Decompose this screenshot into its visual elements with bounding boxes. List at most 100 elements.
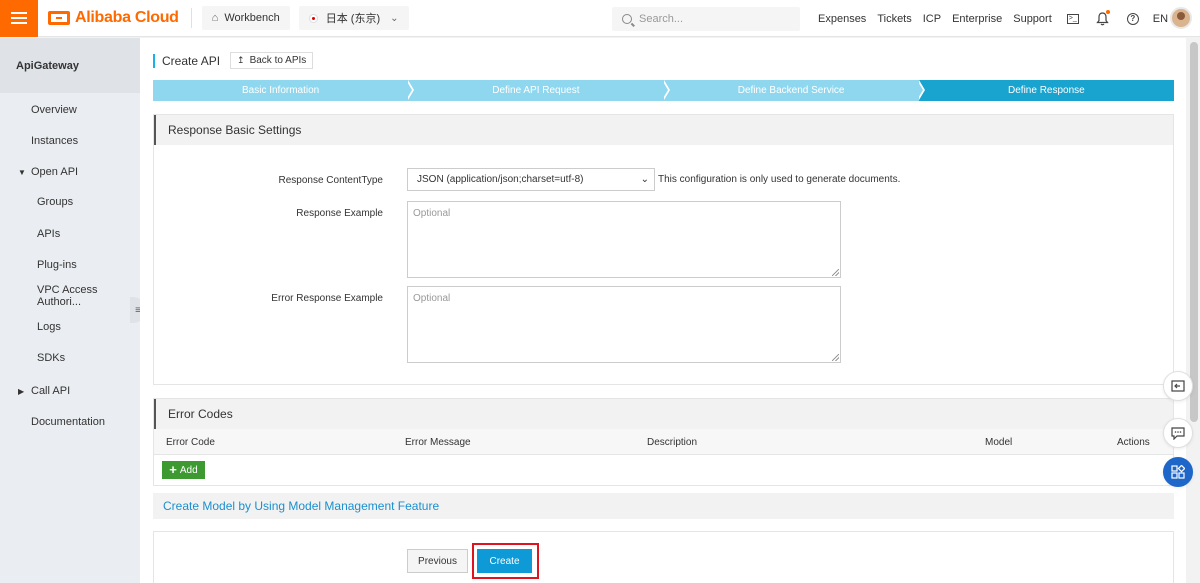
response-example-label: Response Example xyxy=(296,208,383,219)
step-arrow xyxy=(661,80,668,100)
content-type-select[interactable]: JSON (application/json;charset=utf-8) ⌄ xyxy=(407,168,655,191)
error-response-example-label: Error Response Example xyxy=(271,293,383,304)
field-placeholder: Optional xyxy=(413,293,451,304)
chat-button[interactable] xyxy=(1163,418,1193,448)
notifications-button[interactable] xyxy=(1093,9,1113,29)
chevron-down-icon: ⌄ xyxy=(640,174,649,185)
terminal-icon: >_ xyxy=(1066,13,1079,24)
sidebar-item-documentation[interactable]: Documentation xyxy=(0,410,140,434)
search-input[interactable]: Search... xyxy=(612,7,800,31)
page-header: Create API ↥ Back to APIs xyxy=(153,52,314,69)
model-management-bar: Create Model by Using Model Management F… xyxy=(153,493,1174,519)
home-icon: ⌂ xyxy=(211,12,219,24)
sidebar-item-groups[interactable]: Groups xyxy=(0,190,140,214)
sidebar-item-instances[interactable]: Instances xyxy=(0,129,140,153)
back-to-apis-button[interactable]: ↥ Back to APIs xyxy=(230,52,314,69)
sidebar-item-label: Instances xyxy=(31,135,79,147)
page-scrollbar[interactable] xyxy=(1188,38,1200,583)
link-support[interactable]: Support xyxy=(1013,13,1052,25)
back-label: Back to APIs xyxy=(249,55,307,66)
add-error-code-button[interactable]: + Add xyxy=(162,461,205,479)
language-switch[interactable]: EN xyxy=(1153,13,1168,25)
response-settings-panel: Response Basic Settings Response Content… xyxy=(153,114,1174,385)
panel-heading: Response Basic Settings xyxy=(154,115,1173,145)
content-type-hint: This configuration is only used to gener… xyxy=(658,174,901,185)
top-links: Expenses Tickets ICP Enterprise Support … xyxy=(818,0,1179,37)
sidebar-item-apis[interactable]: APIs xyxy=(0,222,140,246)
error-codes-table-header: Error Code Error Message Description Mod… xyxy=(154,429,1173,455)
divider xyxy=(190,8,192,28)
response-example-field[interactable]: Optional xyxy=(407,201,841,278)
bell-icon xyxy=(1096,11,1109,25)
step-define-response: Define Response xyxy=(918,80,1174,101)
search-placeholder: Search... xyxy=(639,13,684,25)
create-button-highlight xyxy=(472,543,539,579)
grid-apps-icon xyxy=(1171,465,1185,479)
workbench-button[interactable]: ⌂ Workbench xyxy=(201,6,290,30)
arrow-up-icon: ↥ xyxy=(237,55,245,65)
content-type-label: Response ContentType xyxy=(278,175,383,186)
help-icon: ? xyxy=(1126,12,1139,25)
sidebar-item-label: Overview xyxy=(31,104,77,116)
step-define-api-request: Define API Request xyxy=(408,80,670,101)
scrollbar-thumb[interactable] xyxy=(1190,42,1198,422)
resize-handle[interactable] xyxy=(832,269,839,276)
create-model-link[interactable]: Create Model by Using Model Management F… xyxy=(153,493,1174,519)
error-codes-panel: Error Codes Error Code Error Message Des… xyxy=(153,398,1174,486)
caret-right-icon: ▶ xyxy=(18,386,25,396)
sidebar-item-logs[interactable]: Logs xyxy=(0,315,140,339)
step-arrow xyxy=(406,80,413,100)
resize-handle[interactable] xyxy=(832,354,839,361)
actions-panel xyxy=(153,531,1174,583)
sidebar-item-vpc-access[interactable]: VPC Access Authori... xyxy=(0,284,140,308)
sidebar-item-sdks[interactable]: SDKs xyxy=(0,346,140,370)
sidebar-item-label: Open API xyxy=(31,166,79,178)
sidebar-item-overview[interactable]: Overview xyxy=(0,98,140,122)
brand-name: Alibaba Cloud xyxy=(75,9,179,26)
sidebar-item-call-api[interactable]: ▶ Call API xyxy=(0,379,140,403)
region-selector[interactable]: 日本 (东京) ⌄ xyxy=(298,6,409,30)
plus-icon: + xyxy=(169,462,177,477)
exit-to-left-icon xyxy=(1171,380,1185,392)
sidebar-item-label: Plug-ins xyxy=(37,259,77,271)
cloud-shell-button[interactable]: >_ xyxy=(1063,9,1083,29)
step-define-backend-service: Define Backend Service xyxy=(663,80,925,101)
column-error-message: Error Message xyxy=(405,437,471,448)
sidebar-title: ApiGateway xyxy=(0,38,140,93)
search-icon xyxy=(622,14,632,24)
step-label: Define API Request xyxy=(492,85,580,96)
feedback-button[interactable] xyxy=(1163,371,1193,401)
chat-icon xyxy=(1171,426,1185,440)
title-accent xyxy=(153,53,155,68)
main-content: Create API ↥ Back to APIs Basic Informat… xyxy=(140,38,1186,583)
column-error-code: Error Code xyxy=(166,437,215,448)
sidebar-item-label: SDKs xyxy=(37,352,66,364)
step-label: Basic Information xyxy=(241,85,320,96)
brand-logo[interactable]: Alibaba Cloud xyxy=(48,0,179,37)
region-label: 日本 (东京) xyxy=(325,13,381,25)
japan-flag-icon xyxy=(308,13,318,23)
link-enterprise[interactable]: Enterprise xyxy=(952,13,1002,25)
apps-button[interactable] xyxy=(1163,457,1193,487)
error-response-example-field[interactable]: Optional xyxy=(407,286,841,363)
sidebar-item-label: Logs xyxy=(37,321,61,333)
hamburger-menu-button[interactable] xyxy=(0,0,38,37)
sidebar-item-label: Call API xyxy=(31,385,71,397)
add-label: Add xyxy=(179,464,198,476)
link-tickets[interactable]: Tickets xyxy=(877,13,911,25)
link-icp[interactable]: ICP xyxy=(923,13,941,25)
sidebar-item-open-api[interactable]: ▼ Open API xyxy=(0,160,140,184)
avatar[interactable] xyxy=(1170,7,1192,29)
sidebar-item-label: VPC Access Authori... xyxy=(37,284,98,308)
previous-button[interactable]: Previous xyxy=(407,549,468,573)
step-label: Define Backend Service xyxy=(737,85,845,96)
sidebar-item-label: Documentation xyxy=(31,416,105,428)
column-actions: Actions xyxy=(1117,437,1150,448)
menu-icon xyxy=(11,12,27,24)
panel-heading: Error Codes xyxy=(154,399,1173,429)
help-button[interactable]: ? xyxy=(1123,9,1143,29)
link-expenses[interactable]: Expenses xyxy=(818,13,866,25)
sidebar-item-plug-ins[interactable]: Plug-ins xyxy=(0,253,140,277)
page-title: Create API xyxy=(162,53,221,68)
notification-dot xyxy=(1105,9,1110,14)
